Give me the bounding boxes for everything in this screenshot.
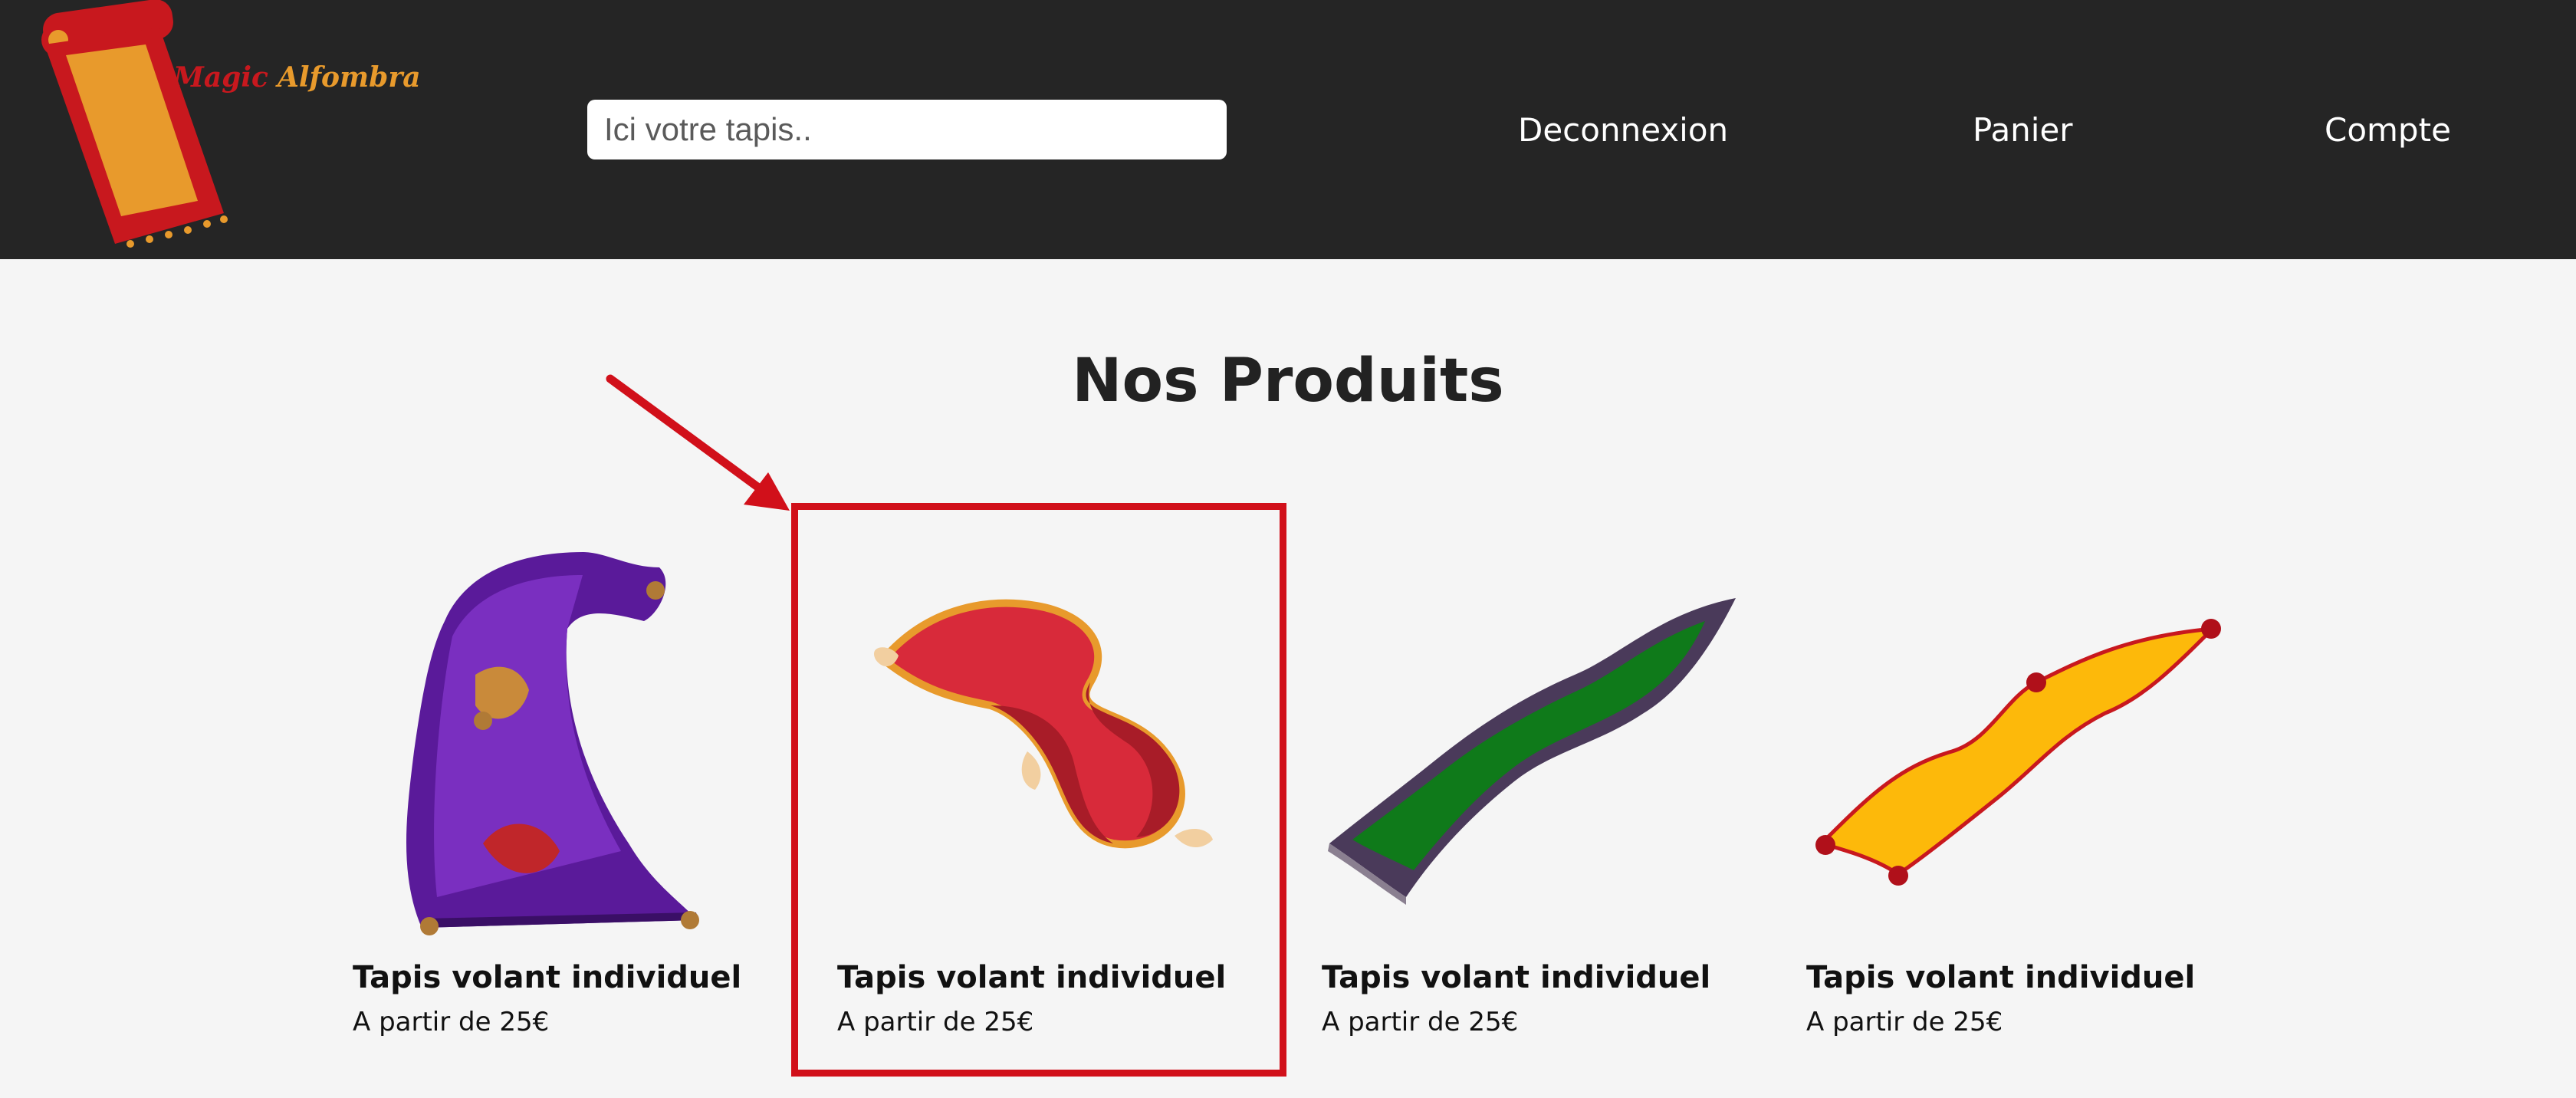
product-card[interactable]: Tapis volant individuel A partir de 25€ — [1806, 521, 2236, 1058]
product-image[interactable] — [353, 521, 782, 951]
search-input[interactable] — [587, 100, 1227, 159]
account-link[interactable]: Compte — [2325, 107, 2451, 153]
yellow-magic-carpet-icon — [1815, 619, 2221, 886]
product-name[interactable]: Tapis volant individuel — [1322, 957, 1710, 998]
brand-name-part2: Alfombra — [277, 61, 421, 94]
product-image[interactable] — [837, 521, 1267, 951]
brand-logo[interactable]: Magic Alfombra — [31, 0, 421, 259]
brand-name: Magic Alfombra — [173, 61, 421, 94]
product-card[interactable]: Tapis volant individuel A partir de 25€ — [837, 521, 1267, 1058]
product-card[interactable]: Tapis volant individuel A partir de 25€ — [353, 521, 782, 1058]
product-name[interactable]: Tapis volant individuel — [353, 957, 741, 998]
cart-link[interactable]: Panier — [1973, 107, 2073, 153]
purple-magic-carpet-icon — [406, 552, 699, 935]
product-image[interactable] — [1806, 521, 2236, 951]
product-price: A partir de 25€ — [1806, 1007, 2003, 1037]
product-price: A partir de 25€ — [1322, 1007, 1519, 1037]
product-price: A partir de 25€ — [353, 1007, 550, 1037]
logout-link[interactable]: Deconnexion — [1518, 107, 1728, 153]
carpet-logo-icon — [41, 0, 228, 248]
product-name[interactable]: Tapis volant individuel — [1806, 957, 2195, 998]
green-magic-carpet-icon — [1328, 598, 1736, 905]
red-magic-carpet-icon — [873, 599, 1213, 849]
product-card[interactable]: Tapis volant individuel A partir de 25€ — [1322, 521, 1751, 1058]
product-price: A partir de 25€ — [837, 1007, 1034, 1037]
top-header: Magic Alfombra Deconnexion Panier Compte — [0, 0, 2576, 259]
brand-name-part1: Magic — [173, 61, 268, 94]
product-name[interactable]: Tapis volant individuel — [837, 957, 1226, 998]
page-title: Nos Produits — [1072, 347, 1504, 416]
product-image[interactable] — [1322, 521, 1751, 951]
